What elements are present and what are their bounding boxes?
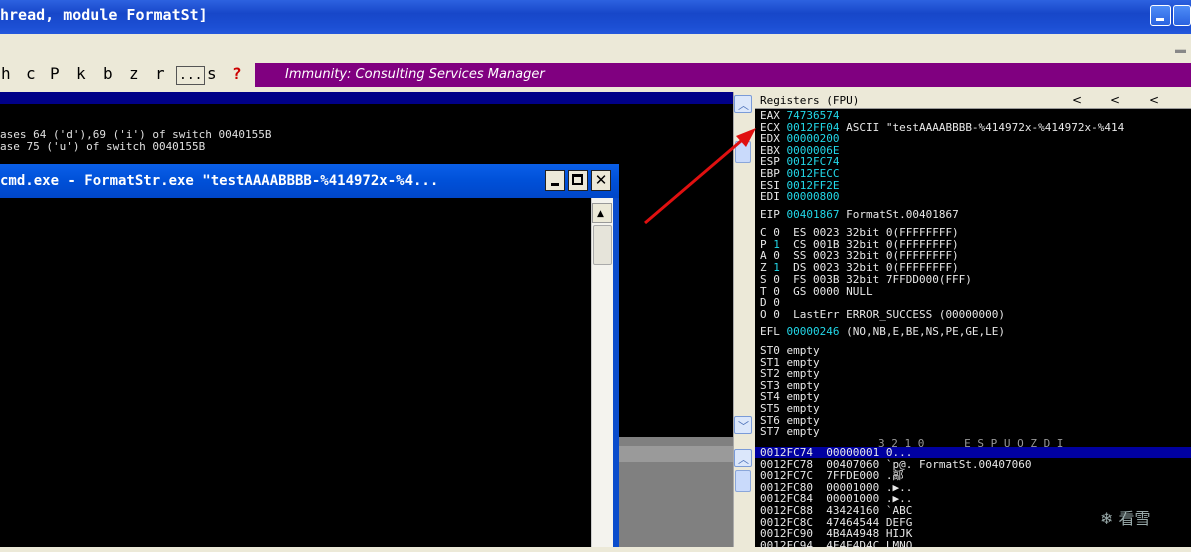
toolbar-button-r[interactable]: r <box>155 64 165 83</box>
register-name: EFL <box>760 325 787 338</box>
cmd-close-button[interactable]: ✕ <box>591 170 611 191</box>
register-value: 00401867 <box>786 208 840 221</box>
watermark-logo: ❄ 看雪 <box>1100 509 1151 528</box>
registers-title: Registers (FPU) <box>760 94 860 107</box>
fpu-row[interactable]: ST5 empty <box>760 403 820 414</box>
stack-value: 4F4E4D4C <box>812 538 880 552</box>
register-row[interactable]: EDX 00000200 <box>760 133 839 144</box>
stack-row[interactable]: 0012FC8C 47464544 DEFG <box>760 517 912 528</box>
register-row[interactable]: EIP 00401867 FormatSt.00401867 <box>760 209 959 220</box>
watermark-text: 看雪 <box>1118 509 1151 528</box>
chevron-down-icon: ﹀ <box>738 420 749 433</box>
fpu-row[interactable]: ST7 empty <box>760 426 820 437</box>
register-row[interactable]: ECX 0012FF04 ASCII "testAAAABBBB-%414972… <box>760 122 1124 133</box>
stack-row[interactable]: 0012FC78 00407060 `p@. FormatSt.00407060 <box>760 459 1032 470</box>
register-row[interactable]: EDI 00000800 <box>760 191 839 202</box>
stack-address: 0012FC94 <box>760 538 813 552</box>
toolbar-button-dots[interactable]: ... <box>176 66 206 85</box>
register-row[interactable]: ESI 0012FF2E <box>760 180 839 191</box>
chevron-up-icon: ︿ <box>738 453 749 466</box>
register-value: 00000246 <box>786 325 840 338</box>
stack-row[interactable]: 0012FC80 00001000 .▶.. <box>760 482 912 493</box>
register-row[interactable]: EBP 0012FECC <box>760 168 839 179</box>
maximize-button[interactable] <box>1173 5 1191 26</box>
register-comment: FormatSt.00401867 <box>839 208 959 221</box>
toolbar-button-p[interactable]: P <box>50 64 60 83</box>
stack-row[interactable]: 0012FC84 00001000 .▶.. <box>760 493 912 504</box>
flag-row[interactable]: D 0 <box>760 297 780 308</box>
segment-info: GS 0000 NULL <box>779 284 873 298</box>
toolbar-button-b[interactable]: b <box>103 64 113 83</box>
scroll-up-button[interactable]: ︿ <box>734 95 752 113</box>
left-arrow-icon[interactable]: < <box>1149 93 1159 107</box>
register-name: EIP <box>760 208 787 221</box>
register-value: 00000800 <box>786 190 840 204</box>
minimize-icon <box>1156 18 1164 21</box>
maximize-icon <box>572 174 583 185</box>
stack-row[interactable]: 0012FC74 00000001 0... <box>760 447 912 458</box>
register-row[interactable]: EAX 74736574 <box>760 110 839 121</box>
flag-value: 0 <box>773 307 780 321</box>
cmd-console[interactable] <box>0 198 591 547</box>
fpu-row[interactable]: ST0 empty <box>760 345 820 356</box>
cmd-scroll-up-button[interactable]: ▲ <box>592 203 612 223</box>
flag-row[interactable]: A 0 SS 0023 32bit 0(FFFFFFFF) <box>760 250 959 261</box>
pane-divider <box>619 446 733 462</box>
stack-row[interactable]: 0012FC90 4B4A4948 HIJK <box>760 528 912 539</box>
stack-scroll-thumb[interactable] <box>735 470 751 492</box>
menu-bar <box>0 34 1191 63</box>
left-arrow-icon[interactable]: < <box>1110 93 1120 107</box>
fpu-row[interactable]: ST6 empty <box>760 415 820 426</box>
register-comment: ASCII "testAAAABBBB-%414972x-%414972x-%4… <box>839 120 1125 134</box>
register-row[interactable]: EFL 00000246 (NO,NB,E,BE,NS,PE,GE,LE) <box>760 326 1005 337</box>
toolbar-button-k[interactable]: k <box>76 64 86 83</box>
cmd-maximize-button[interactable] <box>568 170 588 191</box>
register-row[interactable]: ESP 0012FC74 <box>760 156 839 167</box>
toolbar-button-h[interactable]: h <box>1 64 11 83</box>
flag-row[interactable]: Z 1 DS 0023 32bit 0(FFFFFFFF) <box>760 262 959 273</box>
close-icon: ✕ <box>594 171 608 189</box>
register-comment: (NO,NB,E,BE,NS,PE,GE,LE) <box>839 325 1006 338</box>
disassembly-selection <box>0 92 733 104</box>
arrow-shaft <box>644 133 749 225</box>
stack-comment: LMNO <box>879 538 913 552</box>
toolbar-button-z[interactable]: z <box>129 64 139 83</box>
chevron-up-icon: ︿ <box>738 99 749 112</box>
left-arrow-icon[interactable]: < <box>1072 93 1082 107</box>
stack-scroll-up-button[interactable]: ︿ <box>734 449 752 467</box>
fpu-row[interactable]: ST3 empty <box>760 380 820 391</box>
stack-row[interactable]: 0012FC88 43424160 `ABC <box>760 505 912 516</box>
minimize-button[interactable] <box>1150 5 1171 26</box>
cmd-minimize-button[interactable] <box>545 170 565 191</box>
cmd-scroll-thumb[interactable] <box>593 225 612 265</box>
up-arrow-icon: ▲ <box>597 209 604 219</box>
help-button[interactable]: ? <box>232 64 242 83</box>
flag-row[interactable]: P 1 CS 001B 32bit 0(FFFFFFFF) <box>760 239 959 250</box>
fpu-row[interactable]: ST4 empty <box>760 391 820 402</box>
scroll-down-button[interactable]: ﹀ <box>734 416 752 434</box>
disassembly-line[interactable]: ase 75 ('u') of switch 0040155B <box>0 140 205 153</box>
window-title: hread, module FormatSt] <box>0 6 208 24</box>
cmd-title: cmd.exe - FormatStr.exe "testAAAABBBB-%4… <box>0 173 439 189</box>
flag-row[interactable]: T 0 GS 0000 NULL <box>760 286 873 297</box>
toolbar-button-s[interactable]: s <box>207 64 217 83</box>
flag-name: O <box>760 307 774 321</box>
register-name: EDI <box>760 190 787 204</box>
minimize-icon <box>551 183 559 186</box>
flag-row[interactable]: O 0 LastErr ERROR_SUCCESS (00000000) <box>760 309 1005 320</box>
segment-info: LastErr ERROR_SUCCESS (00000000) <box>779 307 1006 321</box>
fpu-row[interactable]: ST2 empty <box>760 368 820 379</box>
banner-text: Immunity: Consulting Services Manager <box>285 67 545 82</box>
fpu-row[interactable]: ST1 empty <box>760 357 820 368</box>
stack-row[interactable]: 0012FC7C 7FFDE000 .鄗 <box>760 470 903 481</box>
stack-row[interactable]: 0012FC94 4F4E4D4C LMNO <box>760 540 912 551</box>
annotation-arrow <box>644 128 756 225</box>
toolbar-button-c[interactable]: c <box>26 64 36 83</box>
register-row[interactable]: EBX 0000006E <box>760 145 839 156</box>
flag-row[interactable]: C 0 ES 0023 32bit 0(FFFFFFFF) <box>760 227 959 238</box>
fpu-register: ST7 empty <box>760 425 820 439</box>
menu-grip: ▬ <box>1175 44 1186 56</box>
flag-row[interactable]: S 0 FS 003B 32bit 7FFDD000(FFF) <box>760 274 972 285</box>
